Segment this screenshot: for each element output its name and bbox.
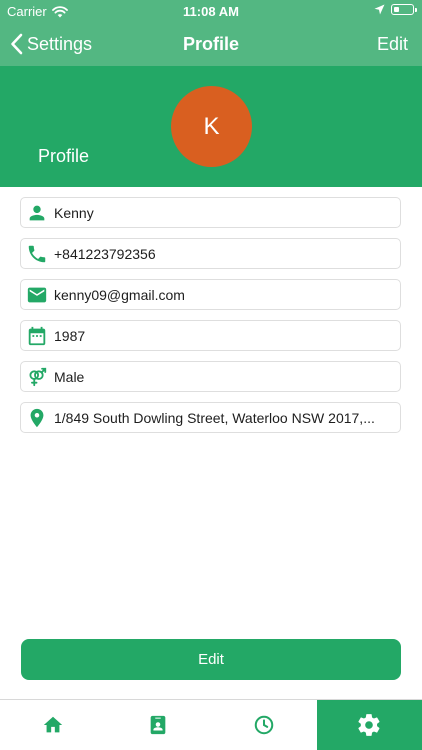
edit-profile-button-label: Edit <box>198 651 224 668</box>
chevron-left-icon <box>11 33 23 55</box>
location-arrow-icon <box>374 4 385 15</box>
birth-year-value: 1987 <box>54 327 86 344</box>
gender-icon <box>22 361 52 392</box>
tab-home[interactable] <box>0 700 106 750</box>
tab-contacts[interactable] <box>106 700 212 750</box>
back-button-label: Settings <box>27 33 93 54</box>
contacts-icon <box>150 715 166 735</box>
tab-history[interactable] <box>211 700 317 750</box>
status-time: 11:08 AM <box>183 4 239 19</box>
calendar-icon <box>22 320 52 351</box>
email-value: kenny09@gmail.com <box>54 286 185 303</box>
navigation-bar: Settings Profile Edit <box>0 22 422 66</box>
phone-icon <box>22 238 52 269</box>
address-value: 1/849 South Dowling Street, Waterloo NSW… <box>54 409 375 426</box>
gear-icon <box>358 714 380 736</box>
birth-year-field[interactable]: 1987 <box>20 320 401 351</box>
phone-field[interactable]: +841223792356 <box>20 238 401 269</box>
name-value: Kenny <box>54 204 94 221</box>
battery-level <box>393 6 400 12</box>
edit-profile-button[interactable]: Edit <box>21 639 401 680</box>
avatar-initial: K <box>203 112 220 140</box>
tab-bar <box>0 699 422 750</box>
clock-icon <box>254 715 274 735</box>
status-bar: Carrier 11:08 AM <box>0 0 422 22</box>
name-field[interactable]: Kenny <box>20 197 401 228</box>
email-field[interactable]: kenny09@gmail.com <box>20 279 401 310</box>
tab-settings[interactable] <box>316 700 422 750</box>
email-icon <box>22 279 52 310</box>
address-field[interactable]: 1/849 South Dowling Street, Waterloo NSW… <box>20 402 401 433</box>
gender-field[interactable]: Male <box>20 361 401 392</box>
status-right <box>374 4 417 15</box>
home-icon <box>43 716 62 733</box>
battery-icon <box>391 4 417 15</box>
location-pin-icon <box>22 402 52 433</box>
back-button[interactable]: Settings <box>10 22 92 66</box>
nav-edit-button[interactable]: Edit <box>377 22 408 66</box>
phone-value: +841223792356 <box>54 245 156 262</box>
header-label: Profile <box>38 146 90 166</box>
profile-header: K Profile <box>0 66 422 187</box>
person-icon <box>22 197 52 228</box>
avatar: K <box>171 86 252 167</box>
gender-value: Male <box>54 368 85 385</box>
